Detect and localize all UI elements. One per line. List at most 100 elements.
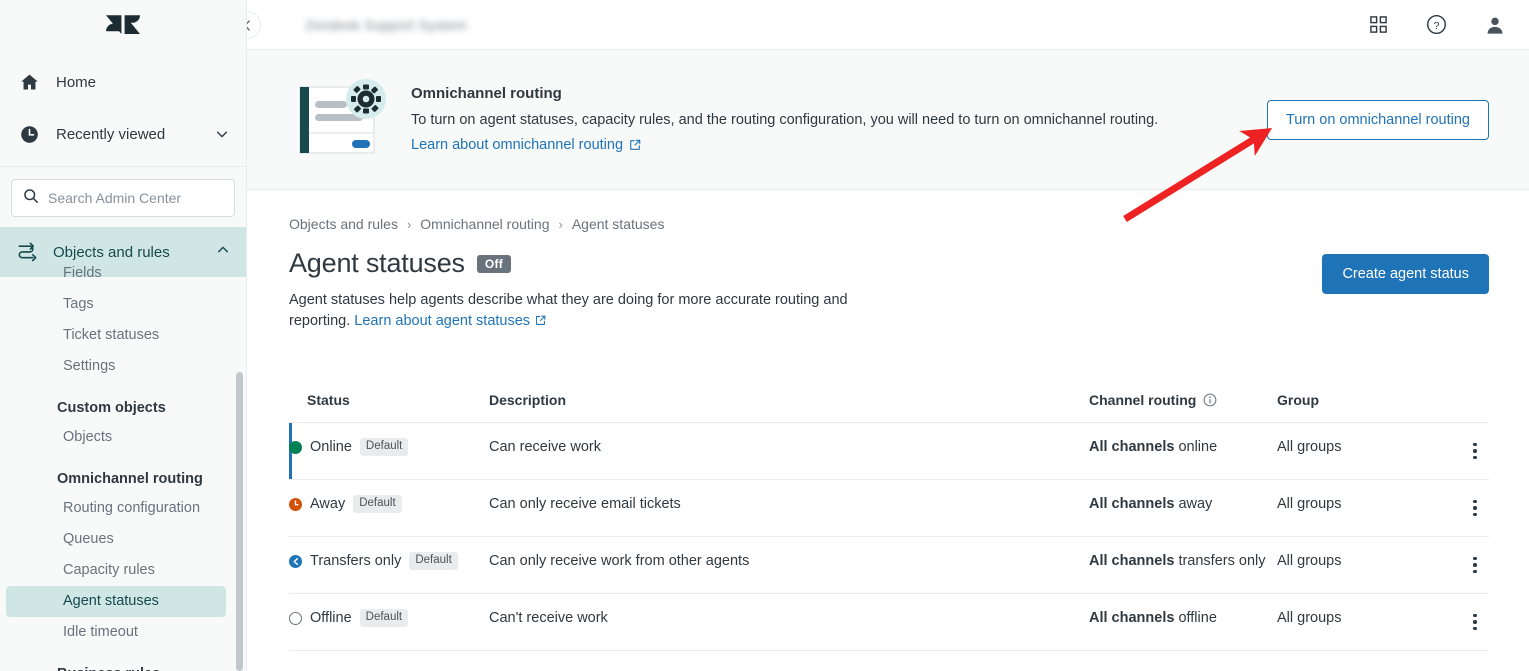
banner-learn-link-label: Learn about omnichannel routing (411, 137, 623, 153)
breadcrumb-item[interactable]: Omnichannel routing (420, 216, 549, 232)
more-options-icon[interactable] (1461, 494, 1489, 522)
table-body: OnlineDefaultCan receive workAll channel… (289, 423, 1489, 651)
table-row[interactable]: OnlineDefaultCan receive workAll channel… (289, 423, 1489, 480)
cell-group: All groups (1277, 480, 1429, 537)
status-transfers-arrow-icon (289, 555, 302, 568)
sidebar-item-home-label: Home (56, 74, 230, 91)
sidebar: Home Recently viewed (0, 0, 247, 671)
cell-description: Can only receive work from other agents (489, 537, 1089, 594)
banner-learn-link[interactable]: Learn about omnichannel routing (411, 137, 641, 153)
banner-title: Omnichannel routing (411, 85, 1247, 102)
status-away-clock-icon (289, 498, 302, 511)
info-circle-icon[interactable] (1203, 393, 1217, 407)
top-bar: Zendesk Support System ? (247, 0, 1529, 50)
status-online-filled-circle-icon (289, 441, 302, 454)
sidebar-item-recently-viewed-label: Recently viewed (56, 126, 200, 143)
table-row[interactable]: Offline Default Can't receive workAll chan… (289, 594, 1489, 651)
column-header-group: Group (1277, 392, 1429, 423)
agent-statuses-table: Status Description Channel routing Group… (289, 392, 1489, 651)
table-header-row: Status Description Channel routing Group (289, 392, 1489, 423)
cell-status: Transfers only Default (289, 537, 489, 594)
sidebar-item-fields[interactable]: Fields (6, 258, 226, 289)
grid-apps-icon[interactable] (1369, 15, 1388, 34)
cell-group: All groups (1277, 423, 1429, 480)
more-options-icon[interactable] (1461, 551, 1489, 579)
search-icon (23, 188, 39, 209)
sidebar-item-idle-timeout[interactable]: Idle timeout (6, 617, 226, 648)
cell-actions (1429, 537, 1489, 594)
channel-strong: All channels (1089, 610, 1174, 626)
cell-status: AwayDefault (289, 480, 489, 537)
cell-description: Can't receive work (489, 594, 1089, 651)
sidebar-scrollbar-thumb[interactable] (236, 372, 243, 671)
omnichannel-routing-banner: Omnichannel routing To turn on agent sta… (247, 50, 1529, 190)
default-badge: Default (360, 609, 408, 627)
chevron-down-icon (214, 127, 230, 141)
cell-channel-routing: All channels online (1089, 423, 1277, 480)
more-options-icon[interactable] (1461, 437, 1489, 465)
cell-channel-routing: All channels away (1089, 480, 1277, 537)
question-circle-icon[interactable]: ? (1426, 14, 1447, 35)
channel-strong: All channels (1089, 553, 1174, 569)
column-header-actions (1429, 392, 1489, 423)
sidebar-group-title: Business rules (0, 648, 236, 671)
search-box[interactable] (11, 179, 235, 217)
sidebar-item-settings[interactable]: Settings (6, 351, 226, 382)
zendesk-logo[interactable] (0, 0, 246, 50)
banner-text: Omnichannel routing To turn on agent sta… (399, 85, 1267, 154)
page-description-link[interactable]: Learn about agent statuses (354, 313, 530, 329)
sidebar-top-links: Home Recently viewed (0, 50, 246, 164)
sidebar-item-agent-statuses[interactable]: Agent statuses (6, 586, 226, 617)
table-head: Status Description Channel routing Group (289, 392, 1489, 423)
sidebar-group-title: Omnichannel routing (0, 453, 236, 493)
sidebar-search-wrap (0, 167, 246, 227)
sidebar-item-capacity-rules[interactable]: Capacity rules (6, 555, 226, 586)
sidebar-item-ticket-statuses[interactable]: Ticket statuses (6, 320, 226, 351)
page-description-link-label: Learn about agent statuses (354, 313, 530, 329)
breadcrumb-separator: › (558, 217, 562, 232)
table-row[interactable]: AwayDefaultCan only receive email ticket… (289, 480, 1489, 537)
channel-strong: All channels (1089, 496, 1174, 512)
cell-actions (1429, 480, 1489, 537)
default-badge: Default (353, 495, 401, 513)
channel-rest: transfers only (1174, 553, 1265, 569)
cell-group: All groups (1277, 537, 1429, 594)
sidebar-item-queues[interactable]: Queues (6, 524, 226, 555)
clock-icon (16, 124, 42, 145)
cell-description: Can only receive email tickets (489, 480, 1089, 537)
breadcrumb-separator: › (407, 217, 411, 232)
sidebar-scrollbar[interactable] (236, 372, 243, 671)
channel-rest: offline (1174, 610, 1216, 626)
cell-status: Offline Default (289, 594, 489, 651)
more-options-icon[interactable] (1461, 608, 1489, 636)
settings-gear-illustration (289, 79, 399, 161)
home-icon (16, 72, 42, 93)
user-avatar-icon[interactable] (1485, 15, 1505, 35)
create-agent-status-button[interactable]: Create agent status (1322, 254, 1489, 294)
sidebar-subnav-scroll: FieldsTagsTicket statusesSettingsCustom … (0, 258, 246, 671)
breadcrumb-item[interactable]: Objects and rules (289, 216, 398, 232)
chevron-left-icon (247, 19, 254, 32)
status-name: Offline (310, 608, 352, 628)
turn-on-omnichannel-routing-button[interactable]: Turn on omnichannel routing (1267, 100, 1489, 140)
breadcrumb-item: Agent statuses (572, 216, 665, 232)
breadcrumb: Objects and rules › Omnichannel routing › Ag… (289, 216, 1489, 232)
status-name: Transfers only (310, 551, 401, 571)
table-row[interactable]: Transfers only Default Can only receive wo… (289, 537, 1489, 594)
sidebar-item-routing-configuration[interactable]: Routing configuration (6, 493, 226, 524)
admin-center-app: Home Recently viewed (0, 0, 1529, 671)
main-area: Zendesk Support System ? (247, 0, 1529, 671)
sidebar-item-recently-viewed[interactable]: Recently viewed (0, 108, 246, 160)
default-badge: Default (409, 552, 457, 570)
status-name: Online (310, 437, 352, 457)
default-badge: Default (360, 438, 408, 456)
sidebar-group-title: Custom objects (0, 382, 236, 422)
search-input[interactable] (48, 190, 223, 206)
sidebar-item-tags[interactable]: Tags (6, 289, 226, 320)
column-header-status: Status (289, 392, 489, 423)
column-header-channel-routing-label: Channel routing (1089, 392, 1196, 408)
sidebar-item-objects[interactable]: Objects (6, 422, 226, 453)
sidebar-item-home[interactable]: Home (0, 56, 246, 108)
page-header: Agent statuses Off Agent statuses help a… (289, 248, 1489, 332)
banner-illustration-icon (298, 79, 390, 161)
